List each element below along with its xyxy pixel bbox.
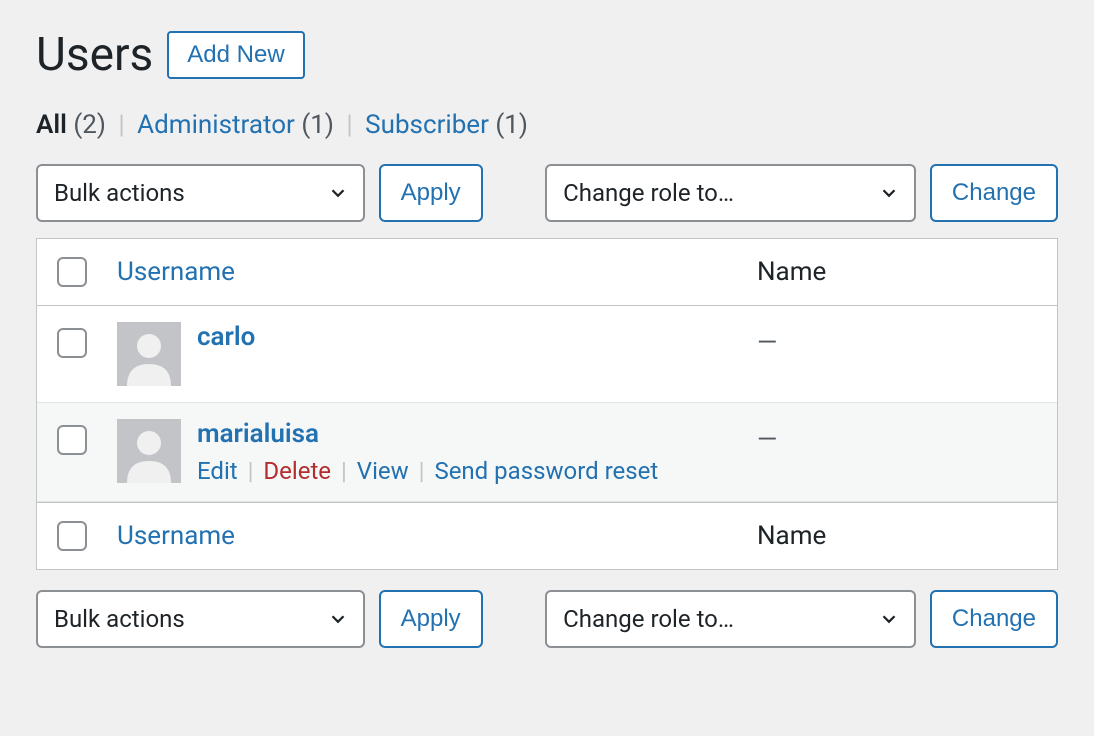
bulk-actions-select-bottom[interactable]: Bulk actions: [36, 590, 365, 648]
bulk-actions-label: Bulk actions: [54, 605, 185, 633]
filter-links: All (2) | Administrator (1) | Subscriber…: [36, 110, 1058, 140]
name-cell: —: [757, 419, 1037, 455]
filter-separator: |: [118, 110, 124, 140]
column-username-bottom[interactable]: Username: [117, 521, 235, 551]
avatar: [117, 322, 181, 386]
edit-link[interactable]: Edit: [197, 457, 238, 485]
row-actions: Edit | Delete | View | Send password res…: [197, 457, 658, 485]
change-role-label: Change role to…: [563, 605, 734, 633]
change-role-select-bottom[interactable]: Change role to…: [545, 590, 916, 648]
column-name-bottom: Name: [757, 521, 826, 551]
delete-link[interactable]: Delete: [263, 457, 331, 485]
add-new-button[interactable]: Add New: [167, 31, 304, 79]
table-row: marialuisa Edit | Delete | View | Send p…: [37, 403, 1057, 502]
users-table: Username Name carlo — marialuisa Edit |: [36, 238, 1058, 570]
chevron-down-icon: [878, 608, 900, 630]
select-all-checkbox-bottom[interactable]: [57, 521, 87, 551]
apply-button[interactable]: Apply: [379, 164, 483, 222]
send-password-reset-link[interactable]: Send password reset: [434, 457, 658, 485]
filter-administrator-count: (1): [301, 110, 334, 140]
apply-button-bottom[interactable]: Apply: [379, 590, 483, 648]
filter-all-count: (2): [73, 110, 106, 140]
column-username[interactable]: Username: [117, 257, 235, 287]
username-link[interactable]: marialuisa: [197, 419, 658, 449]
page-title: Users: [36, 28, 153, 82]
change-role-label: Change role to…: [563, 179, 734, 207]
bulk-actions-label: Bulk actions: [54, 179, 185, 207]
change-role-select[interactable]: Change role to…: [545, 164, 916, 222]
username-link[interactable]: carlo: [197, 322, 255, 352]
row-checkbox[interactable]: [57, 328, 87, 358]
filter-administrator[interactable]: Administrator: [137, 110, 295, 140]
change-button[interactable]: Change: [930, 164, 1058, 222]
column-name: Name: [757, 257, 826, 287]
change-button-bottom[interactable]: Change: [930, 590, 1058, 648]
table-row: carlo —: [37, 306, 1057, 403]
view-link[interactable]: View: [357, 457, 409, 485]
chevron-down-icon: [327, 182, 349, 204]
table-footer: Username Name: [37, 502, 1057, 569]
select-all-checkbox[interactable]: [57, 257, 87, 287]
filter-subscriber-count: (1): [495, 110, 528, 140]
bulk-actions-select[interactable]: Bulk actions: [36, 164, 365, 222]
filter-all[interactable]: All: [36, 110, 67, 140]
chevron-down-icon: [327, 608, 349, 630]
avatar: [117, 419, 181, 483]
filter-subscriber[interactable]: Subscriber: [365, 110, 489, 140]
name-cell: —: [757, 322, 1037, 358]
chevron-down-icon: [878, 182, 900, 204]
row-checkbox[interactable]: [57, 425, 87, 455]
table-header: Username Name: [37, 239, 1057, 306]
filter-separator: |: [346, 110, 352, 140]
